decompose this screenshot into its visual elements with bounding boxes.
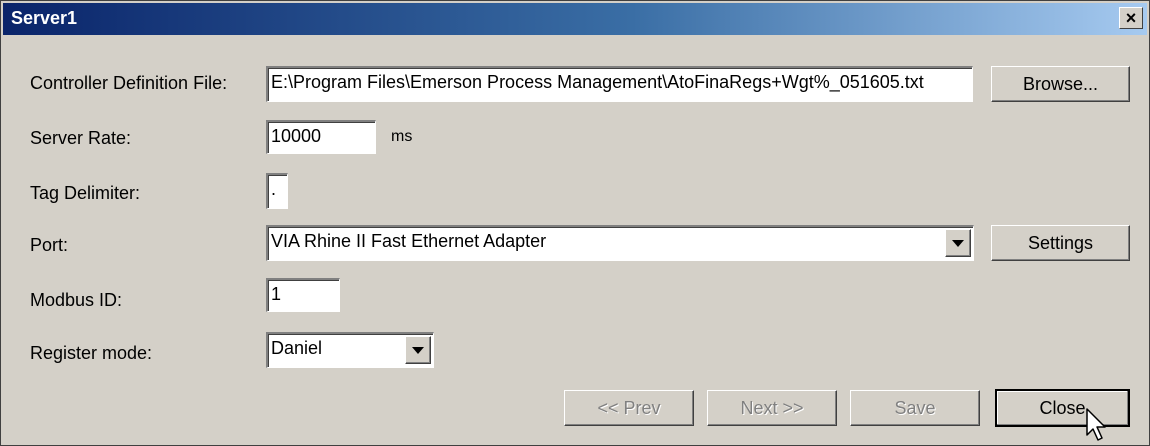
register-mode-dropdown-button[interactable]	[405, 336, 431, 364]
port-select[interactable]: VIA Rhine II Fast Ethernet Adapter	[266, 225, 974, 261]
controller-definition-file-label: Controller Definition File:	[30, 73, 228, 93]
close-icon: ×	[1125, 8, 1137, 28]
chevron-down-icon	[412, 347, 424, 354]
controller-definition-file-input[interactable]: E:\Program Files\Emerson Process Managem…	[266, 66, 973, 102]
server-rate-input[interactable]: 10000	[266, 120, 376, 154]
modbus-id-input[interactable]: 1	[266, 278, 340, 312]
port-dropdown-button[interactable]	[945, 229, 971, 257]
server-rate-unit: ms	[391, 128, 413, 145]
register-mode-label: Register mode:	[30, 343, 153, 363]
window-title: Server1	[11, 8, 78, 28]
browse-button[interactable]: Browse...	[991, 66, 1130, 102]
next-button[interactable]: Next >>	[707, 390, 837, 426]
chevron-down-icon	[952, 240, 964, 247]
modbus-id-label: Modbus ID:	[30, 290, 123, 310]
port-label: Port:	[30, 235, 69, 255]
mouse-pointer-icon	[1086, 408, 1106, 441]
server-rate-label: Server Rate:	[30, 128, 132, 148]
title-bar: Server1 ×	[3, 3, 1147, 35]
close-window-button[interactable]: ×	[1119, 7, 1143, 29]
save-button[interactable]: Save	[850, 390, 980, 426]
prev-button[interactable]: << Prev	[564, 390, 694, 426]
tag-delimiter-input[interactable]: .	[266, 173, 288, 209]
tag-delimiter-label: Tag Delimiter:	[30, 183, 141, 203]
settings-button[interactable]: Settings	[991, 225, 1130, 261]
